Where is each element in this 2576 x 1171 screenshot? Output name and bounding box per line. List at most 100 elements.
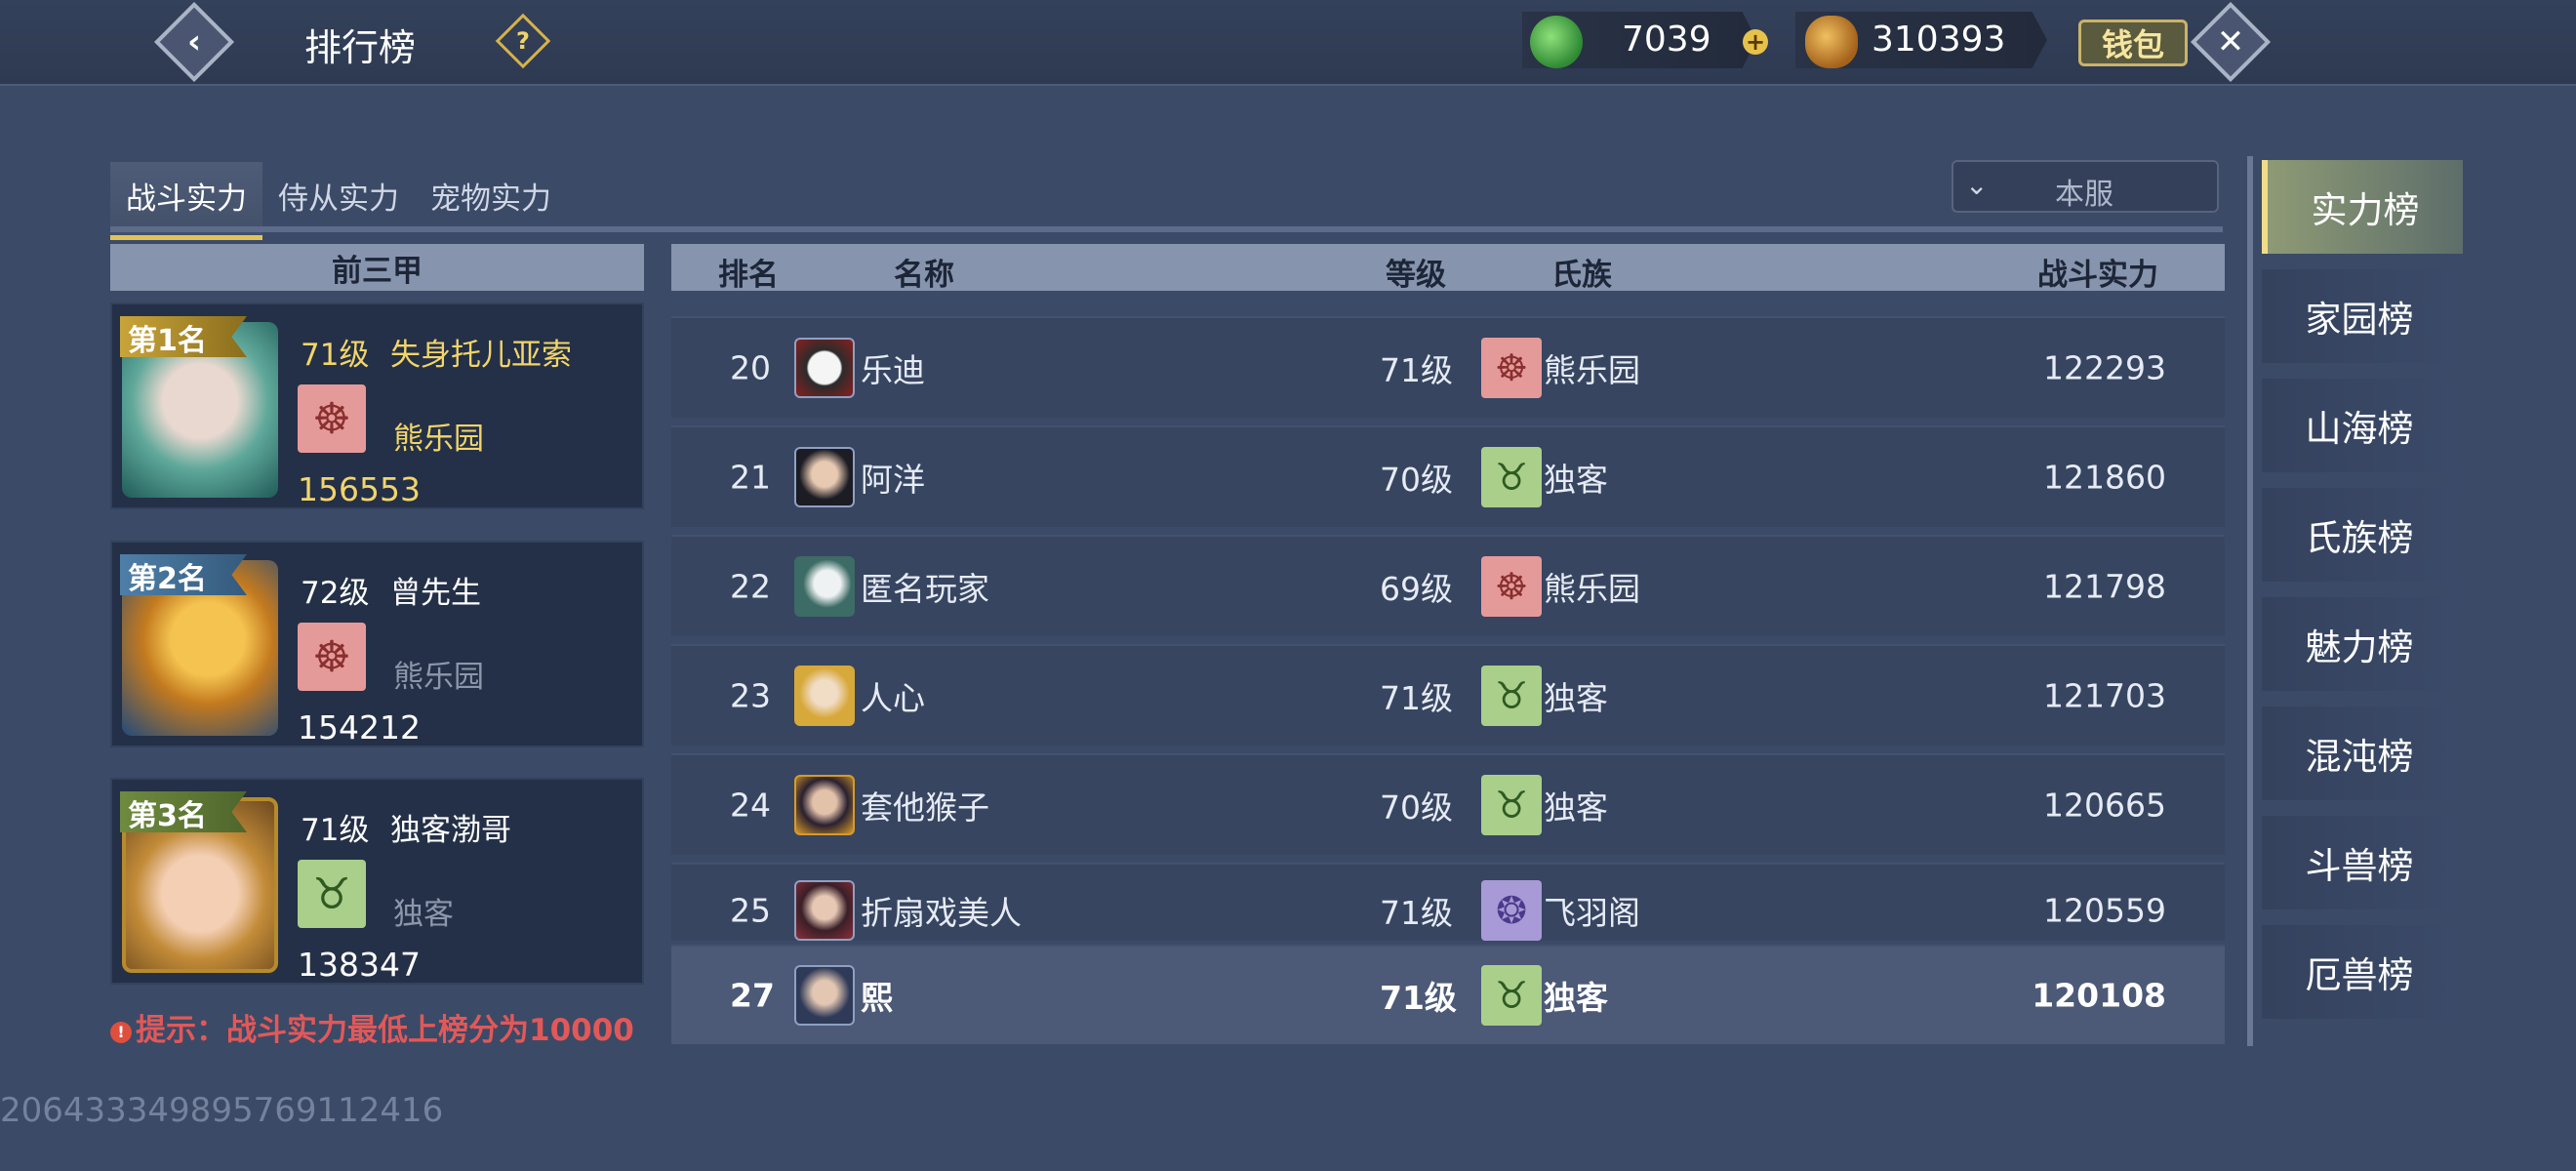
player-level: 70级 xyxy=(1380,788,1453,827)
combat-power: 156553 xyxy=(298,470,421,508)
feather-clan-icon: ❂ xyxy=(1481,879,1542,941)
rank-badge: 第1名 xyxy=(120,316,247,357)
tip-text: 提示：战斗实力最低上榜分为10000 xyxy=(136,1013,634,1048)
col-power: 战斗实力 xyxy=(2037,258,2158,293)
jade-icon xyxy=(1530,16,1583,68)
add-jade-button[interactable]: + xyxy=(1743,28,1768,56)
bear-clan-icon: ☸ xyxy=(298,384,366,453)
side-tab-doom-beast[interactable]: 厄兽榜 xyxy=(2262,925,2457,1019)
side-tab-home[interactable]: 家园榜 xyxy=(2262,269,2457,363)
side-tab-power[interactable]: 实力榜 xyxy=(2262,160,2463,254)
player-level: 71级 xyxy=(1380,979,1457,1017)
table-row[interactable]: 22 匿名玩家 69级 ☸ 熊乐园 121798 xyxy=(671,535,2225,636)
rank-badge: 第2名 xyxy=(120,554,247,595)
clan-name: 飞羽阁 xyxy=(1544,893,1640,932)
side-tab-clan[interactable]: 氏族榜 xyxy=(2262,488,2457,582)
rank-number: 24 xyxy=(730,786,771,825)
top3-header: 前三甲 xyxy=(110,244,644,291)
chevron-left-icon: ‹ xyxy=(186,22,201,61)
wallet-button[interactable]: 钱包 xyxy=(2078,20,2188,66)
combat-power: 122293 xyxy=(2043,348,2166,387)
solo-clan-icon: ♉ xyxy=(1481,965,1542,1026)
top-bar: ‹ 排行榜 ? 7039 + 310393 钱包 ✕ xyxy=(0,0,2576,86)
back-button[interactable]: ‹ xyxy=(153,1,235,83)
coin-icon xyxy=(1805,16,1858,68)
player-level: 69级 xyxy=(1380,570,1453,608)
rank-number: 27 xyxy=(730,976,775,1015)
rank-number: 25 xyxy=(730,891,771,930)
rank-number: 21 xyxy=(730,458,771,497)
device-id-text: 2064333498957691124​16 xyxy=(0,1091,444,1130)
side-tab-shanhai[interactable]: 山海榜 xyxy=(2262,379,2457,472)
col-rank: 排名 xyxy=(718,258,779,293)
close-button[interactable]: ✕ xyxy=(2190,1,2272,83)
col-level: 等级 xyxy=(1386,258,1446,293)
combat-power: 121798 xyxy=(2043,567,2166,606)
clan-name: 独客 xyxy=(393,897,454,932)
top3-card-3[interactable]: 第3名 71级 独客渤哥 ♉ 独客 138347 xyxy=(110,778,644,985)
solo-clan-icon: ♉ xyxy=(1481,775,1542,835)
clan-name: 独客 xyxy=(1544,679,1608,717)
top3-card-1[interactable]: 第1名 71级 失身托儿亚索 ☸ 熊乐园 156553 xyxy=(110,303,644,509)
table-row[interactable]: 25 折扇戏美人 71级 ❂ 飞羽阁 120559 xyxy=(671,863,2225,941)
player-level: 72级 xyxy=(301,576,370,611)
server-select[interactable]: ⌄ 本服 xyxy=(1952,160,2219,213)
table-row[interactable]: 20 乐迪 71级 ☸ 熊乐园 122293 xyxy=(671,316,2225,418)
anonymous-avatar-icon xyxy=(794,556,855,617)
rank-number: 22 xyxy=(730,567,771,606)
clan-name: 熊乐园 xyxy=(1544,570,1640,608)
top3-card-2[interactable]: 第2名 72级 曾先生 ☸ 熊乐园 154212 xyxy=(110,541,644,747)
player-level: 71级 xyxy=(301,813,370,848)
player-name: 匿名玩家 xyxy=(861,570,989,608)
combat-power: 121703 xyxy=(2043,676,2166,715)
side-tab-divider xyxy=(2247,156,2253,1046)
avatar xyxy=(794,666,855,726)
combat-power: 120559 xyxy=(2043,891,2166,930)
close-icon: ✕ xyxy=(2216,22,2245,61)
player-name: 曾先生 xyxy=(390,576,481,611)
solo-clan-icon: ♉ xyxy=(298,860,366,928)
rank-number: 20 xyxy=(730,348,771,387)
combat-power: 154212 xyxy=(298,708,421,747)
player-level: 71级 xyxy=(1380,893,1453,932)
combat-power: 120665 xyxy=(2043,786,2166,825)
self-ranking-row[interactable]: 27 熙 71级 ♉ 独客 120108 xyxy=(671,945,2225,1044)
table-row[interactable]: 21 阿洋 70级 ♉ 独客 121860 xyxy=(671,425,2225,527)
clan-name: 熊乐园 xyxy=(1544,351,1640,389)
player-name: 人心 xyxy=(861,679,925,717)
clan-name: 熊乐园 xyxy=(393,660,484,695)
rank-number: 23 xyxy=(730,676,771,715)
avatar xyxy=(794,879,855,941)
clan-name: 熊乐园 xyxy=(393,422,484,457)
player-name: 独客渤哥 xyxy=(390,813,511,848)
avatar xyxy=(794,965,855,1026)
combat-power: 121860 xyxy=(2043,458,2166,497)
player-name: 乐迪 xyxy=(861,351,925,389)
solo-clan-icon: ♉ xyxy=(1481,666,1542,726)
player-level: 71级 xyxy=(301,338,370,373)
side-tab-beast-fight[interactable]: 斗兽榜 xyxy=(2262,816,2457,909)
player-level: 70级 xyxy=(1380,461,1453,499)
jade-value: 7039 xyxy=(1622,20,1711,60)
combat-power: 138347 xyxy=(298,946,421,984)
table-row[interactable]: 23 人心 71级 ♉ 独客 121703 xyxy=(671,644,2225,746)
player-name: 套他猴子 xyxy=(861,788,989,827)
tab-divider xyxy=(110,226,2223,232)
player-name: 失身托儿亚索 xyxy=(390,338,572,373)
side-tab-chaos[interactable]: 混沌榜 xyxy=(2262,707,2457,800)
page-title: 排行榜 xyxy=(304,26,417,69)
clan-name: 独客 xyxy=(1544,788,1608,827)
bear-clan-icon: ☸ xyxy=(298,623,366,691)
player-name: 阿洋 xyxy=(861,461,925,499)
rank-badge: 第3名 xyxy=(120,791,247,832)
player-level: 71级 xyxy=(1380,679,1453,717)
ranking-tip: ! 提示：战斗实力最低上榜分为10000 xyxy=(110,1005,634,1049)
help-button[interactable]: ? xyxy=(495,13,551,69)
server-select-value: 本服 xyxy=(2055,178,2113,212)
table-header: 排名 名称 等级 氏族 战斗实力 xyxy=(671,244,2225,293)
table-row[interactable]: 24 套他猴子 70级 ♉ 独客 120665 xyxy=(671,753,2225,855)
chevron-down-icon: ⌄ xyxy=(1965,169,1989,201)
question-icon: ? xyxy=(516,27,530,55)
side-tab-charm[interactable]: 魅力榜 xyxy=(2262,597,2457,691)
avatar xyxy=(794,447,855,507)
